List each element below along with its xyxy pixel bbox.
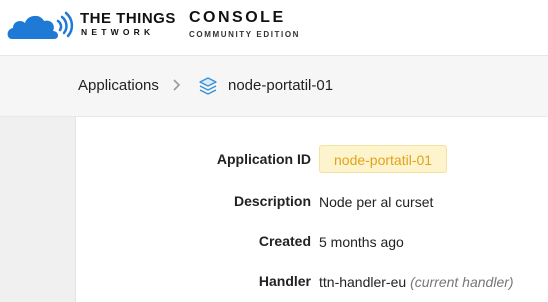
chevron-right-icon xyxy=(171,78,181,97)
breadcrumb-application-link[interactable]: node-portatil-01 xyxy=(228,77,333,94)
description-label: Description xyxy=(233,193,311,209)
created-label: Created xyxy=(258,233,311,249)
ttn-cloud-logo-icon[interactable] xyxy=(6,9,74,46)
ttn-wordmark[interactable]: THE THINGS NETWORK xyxy=(80,11,176,37)
created-value: 5 months ago xyxy=(319,234,404,250)
application-id-badge[interactable]: node-portatil-01 xyxy=(319,145,448,173)
brand-name-line1: THE THINGS xyxy=(80,10,176,27)
top-header: THE THINGS NETWORK CONSOLE COMMUNITY EDI… xyxy=(0,0,548,56)
breadcrumb-applications-link[interactable]: Applications xyxy=(78,77,159,94)
edition-label: COMMUNITY EDITION xyxy=(189,30,301,39)
brand-name-line2: NETWORK xyxy=(81,27,155,37)
sidebar xyxy=(0,117,76,302)
application-id-label: Application ID xyxy=(216,151,311,167)
handler-label: Handler xyxy=(258,273,311,289)
breadcrumb: Applications node-portatil-01 xyxy=(0,56,548,117)
console-wordmark: CONSOLE COMMUNITY EDITION xyxy=(189,10,300,39)
handler-name: ttn-handler-eu xyxy=(319,274,407,290)
product-name: CONSOLE xyxy=(189,9,286,26)
layers-icon xyxy=(198,76,218,101)
handler-value: ttn-handler-eu (current handler) xyxy=(319,274,514,290)
handler-hint: (current handler) xyxy=(410,274,514,290)
description-value: Node per al curset xyxy=(319,194,434,210)
